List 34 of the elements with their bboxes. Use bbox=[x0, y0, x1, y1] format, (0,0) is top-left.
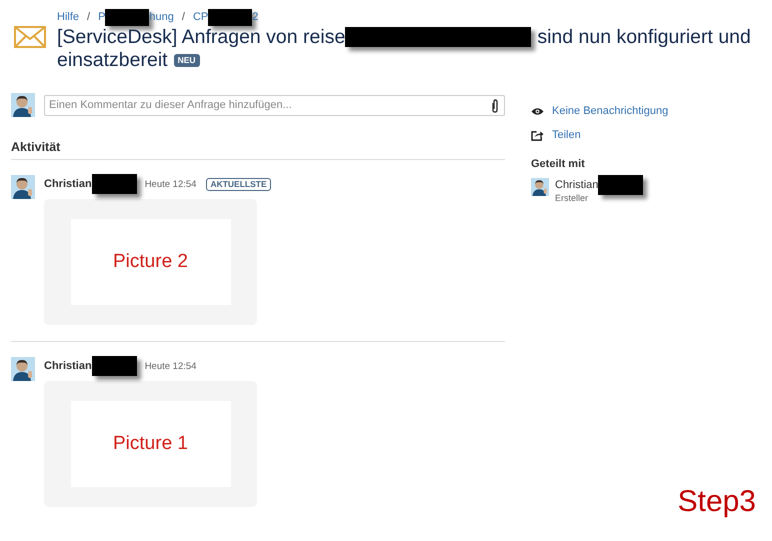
breadcrumb-link[interactable]: Hilfe bbox=[57, 11, 80, 23]
attachment-thumbnail[interactable]: Picture 2 bbox=[44, 199, 257, 325]
envelope-icon bbox=[14, 26, 46, 48]
attachment-thumbnail[interactable]: Picture 1 bbox=[44, 381, 257, 507]
attachment-label: Picture 2 bbox=[113, 251, 188, 273]
annotation-label: Step3 bbox=[678, 485, 756, 519]
issue-title: einsatzbereit bbox=[57, 49, 168, 71]
paperclip-icon[interactable] bbox=[491, 98, 499, 112]
eye-icon bbox=[531, 106, 544, 116]
issue-title: sind nun konfiguriert und bbox=[537, 26, 751, 48]
latest-badge: AKTUELLSTE bbox=[206, 178, 271, 190]
timestamp: Heute 12:54 bbox=[144, 178, 196, 190]
section-heading: Aktivität bbox=[11, 140, 505, 160]
comment-field[interactable]: Einen Kommentar zu dieser Anfrage hinzufügen... bbox=[44, 94, 505, 116]
author-name[interactable]: Christian bbox=[44, 356, 137, 376]
avatar-icon bbox=[11, 93, 35, 117]
share-link[interactable]: Teilen bbox=[552, 129, 581, 141]
section-heading: Geteilt mit bbox=[531, 158, 586, 170]
share-icon bbox=[531, 130, 544, 140]
breadcrumb-link[interactable]: P hung bbox=[98, 8, 174, 26]
avatar-icon bbox=[11, 357, 35, 381]
breadcrumb-separator: / bbox=[182, 11, 185, 23]
avatar-icon bbox=[11, 175, 35, 199]
participant-name: Christian bbox=[555, 178, 644, 192]
breadcrumb-separator: / bbox=[87, 11, 90, 23]
status-badge: NEU bbox=[174, 54, 200, 67]
issue-title: [ServiceDesk] Anfragen von reise bbox=[57, 26, 346, 48]
participant-role: Ersteller bbox=[555, 193, 590, 203]
attachment-label: Picture 1 bbox=[113, 433, 188, 455]
breadcrumb-link[interactable]: CP 2 bbox=[192, 8, 258, 26]
author-name[interactable]: Christian bbox=[44, 174, 137, 194]
avatar-icon bbox=[531, 178, 549, 196]
timestamp: Heute 12:54 bbox=[144, 360, 196, 372]
watch-link[interactable]: Keine Benachrichtigung bbox=[552, 105, 668, 117]
